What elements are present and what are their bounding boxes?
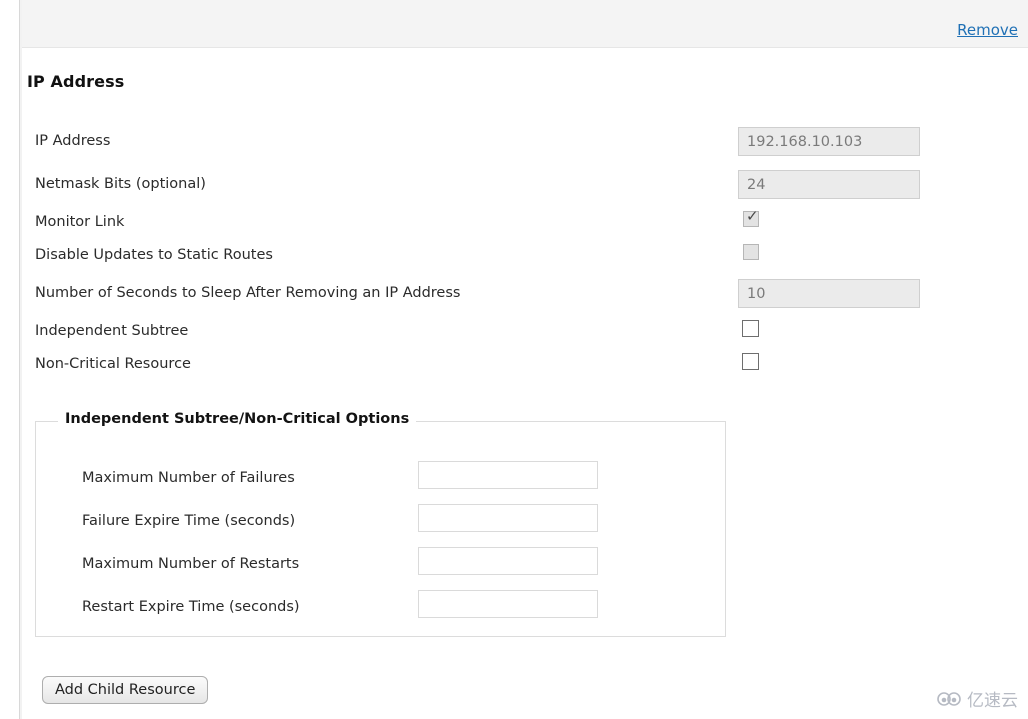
resource-header-band: Remove xyxy=(22,0,1028,48)
label-independent-subtree: Independent Subtree xyxy=(35,323,189,339)
label-max-failures: Maximum Number of Failures xyxy=(82,470,295,486)
label-non-critical-resource: Non-Critical Resource xyxy=(35,356,191,372)
restart-expire-time-input[interactable] xyxy=(418,590,598,618)
ip-address-resource-form: Remove IP Address IP Address Netmask Bit… xyxy=(0,0,1028,719)
form-row-sleep-seconds: Number of Seconds to Sleep After Removin… xyxy=(22,279,1028,312)
form-row-non-critical-resource: Non-Critical Resource xyxy=(22,353,1028,383)
fieldset-row-restart-expire-time: Restart Expire Time (seconds) xyxy=(36,590,727,626)
label-sleep-seconds: Number of Seconds to Sleep After Removin… xyxy=(35,285,461,301)
resource-panel: IP Address IP Address Netmask Bits (opti… xyxy=(22,48,1028,719)
max-restarts-input[interactable] xyxy=(418,547,598,575)
checkmark-icon: ✓ xyxy=(746,207,759,225)
monitor-link-checkbox[interactable]: ✓ xyxy=(743,207,759,227)
label-restart-expire-time: Restart Expire Time (seconds) xyxy=(82,599,300,615)
failure-expire-time-input[interactable] xyxy=(418,504,598,532)
ip-address-input[interactable] xyxy=(738,127,920,156)
independent-subtree-checkbox[interactable] xyxy=(742,320,759,337)
label-max-restarts: Maximum Number of Restarts xyxy=(82,556,300,572)
form-row-netmask-bits: Netmask Bits (optional) xyxy=(22,170,1028,203)
label-netmask-bits: Netmask Bits (optional) xyxy=(35,176,206,192)
fieldset-legend: Independent Subtree/Non-Critical Options xyxy=(58,411,417,427)
independent-subtree-options-fieldset: Independent Subtree/Non-Critical Options… xyxy=(35,411,727,637)
form-row-disable-updates: Disable Updates to Static Routes xyxy=(22,244,1028,274)
label-monitor-link: Monitor Link xyxy=(35,214,125,230)
form-row-monitor-link: Monitor Link ✓ xyxy=(22,207,1028,241)
max-failures-input[interactable] xyxy=(418,461,598,489)
form-row-independent-subtree: Independent Subtree xyxy=(22,320,1028,350)
non-critical-resource-checkbox[interactable] xyxy=(742,353,759,370)
watermark: 亿速云 xyxy=(937,686,1018,711)
cloud-icon xyxy=(937,691,961,706)
netmask-bits-input[interactable] xyxy=(738,170,920,199)
label-ip-address: IP Address xyxy=(35,133,111,149)
fieldset-row-max-failures: Maximum Number of Failures xyxy=(36,461,727,497)
form-row-ip-address: IP Address xyxy=(22,127,1028,160)
remove-resource-link[interactable]: Remove xyxy=(957,21,1018,39)
fieldset-row-max-restarts: Maximum Number of Restarts xyxy=(36,547,727,583)
label-disable-updates: Disable Updates to Static Routes xyxy=(35,247,273,263)
disable-updates-checkbox[interactable] xyxy=(743,244,759,260)
label-failure-expire-time: Failure Expire Time (seconds) xyxy=(82,513,296,529)
fieldset-row-failure-expire-time: Failure Expire Time (seconds) xyxy=(36,504,727,540)
watermark-text: 亿速云 xyxy=(967,691,1018,711)
page-title: IP Address xyxy=(27,72,125,91)
sleep-seconds-input[interactable] xyxy=(738,279,920,308)
add-child-resource-button[interactable]: Add Child Resource xyxy=(42,676,209,704)
